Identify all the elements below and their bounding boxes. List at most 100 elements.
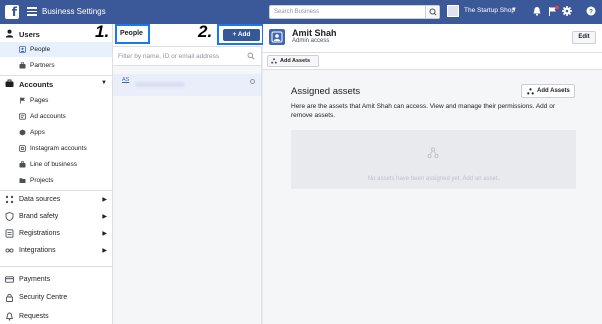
app-title: Business Settings xyxy=(42,7,106,16)
sidebar-item-label: Security Centre xyxy=(19,294,68,301)
top-bar: f Business Settings Search Business The … xyxy=(0,0,602,24)
registration-icon xyxy=(5,229,14,238)
edit-button[interactable]: Edit xyxy=(572,31,596,44)
sidebar-group-data-sources[interactable]: Data sources ▶ xyxy=(0,192,113,207)
sidebar-item-requests[interactable]: Requests xyxy=(0,309,113,324)
divider xyxy=(0,190,113,191)
search-input[interactable]: Search Business xyxy=(269,5,440,19)
divider xyxy=(0,266,113,267)
sidebar-group-brand-safety[interactable]: Brand safety ▶ xyxy=(0,209,113,224)
chevron-right-icon: ▶ xyxy=(102,248,107,254)
filter-placeholder: Filter by name, ID or email address xyxy=(118,53,220,60)
menu-icon[interactable] xyxy=(27,7,37,16)
chevron-right-icon: ▶ xyxy=(102,231,107,237)
business-name: The Startup Shop xyxy=(464,7,515,14)
business-switcher[interactable]: The Startup Shop ▼ xyxy=(447,4,525,20)
accounts-icon xyxy=(5,79,14,87)
bell-icon xyxy=(5,312,14,321)
cube-icon xyxy=(19,129,26,136)
sidebar-item-label: Partners xyxy=(30,62,55,69)
gear-icon[interactable] xyxy=(560,4,574,18)
integration-icon xyxy=(5,248,14,253)
assets-icon xyxy=(527,88,534,95)
avatar xyxy=(269,29,285,45)
assets-icon xyxy=(427,147,439,159)
sidebar-item-label: Instagram accounts xyxy=(30,145,87,152)
user-name: Amit Shah xyxy=(292,28,337,38)
chevron-down-icon: ▼ xyxy=(511,7,517,13)
people-header: People + Add xyxy=(113,24,264,47)
sidebar-item-partners[interactable]: Partners xyxy=(0,58,112,73)
sidebar-item-people[interactable]: People xyxy=(0,42,112,57)
search-icon xyxy=(247,52,255,60)
chevron-right-icon: ▶ xyxy=(102,197,107,203)
help-icon[interactable]: ? xyxy=(584,4,598,18)
person-row[interactable]: AS xyxy=(113,74,261,96)
add-button-highlight: + Add xyxy=(217,24,264,45)
radio-icon xyxy=(250,79,255,84)
add-assets-tab-button[interactable]: Add Assets xyxy=(267,55,319,67)
sidebar-item-pages[interactable]: Pages xyxy=(0,93,112,108)
add-assets-button[interactable]: Add Assets xyxy=(521,84,575,98)
sidebar-group-label: Integrations xyxy=(19,247,56,254)
assets-icon xyxy=(271,58,277,64)
data-icon xyxy=(5,195,14,204)
sidebar-item-line-of-business[interactable]: Line of business xyxy=(0,157,112,172)
flag-icon[interactable] xyxy=(546,4,560,18)
ad-icon xyxy=(19,113,26,120)
lock-icon xyxy=(6,293,13,302)
sidebar-item-label: Apps xyxy=(30,129,45,136)
card-icon xyxy=(5,276,14,283)
users-icon xyxy=(5,29,14,38)
sidebar-section-accounts[interactable]: Accounts ▼ xyxy=(0,77,113,91)
sidebar-item-apps[interactable]: Apps xyxy=(0,125,112,140)
add-assets-tab-label: Add Assets xyxy=(280,58,311,64)
sidebar: Users People Partners Accounts ▼ Pages A… xyxy=(0,24,113,324)
assigned-assets-title: Assigned assets xyxy=(291,86,361,97)
sidebar-item-label: Payments xyxy=(19,276,51,283)
sidebar-group-registrations[interactable]: Registrations ▶ xyxy=(0,226,113,241)
sidebar-item-security-centre[interactable]: Security Centre xyxy=(0,290,113,305)
suitcase-icon xyxy=(19,161,26,168)
instagram-icon xyxy=(19,145,26,152)
empty-assets-box: No assets have been assigned yet. Add an… xyxy=(291,130,576,189)
person-icon xyxy=(271,31,283,43)
detail-header: Amit Shah Admin access Edit xyxy=(263,24,602,53)
svg-text:?: ? xyxy=(589,8,593,15)
sidebar-group-integrations[interactable]: Integrations ▶ xyxy=(0,243,113,258)
sidebar-item-label: Requests xyxy=(19,313,49,320)
sidebar-item-label: Pages xyxy=(30,97,49,104)
notifications-icon[interactable] xyxy=(530,4,544,18)
divider xyxy=(0,75,113,76)
search-icon xyxy=(429,8,437,16)
sidebar-item-label: Ad accounts xyxy=(30,113,66,120)
add-person-button[interactable]: + Add xyxy=(223,29,260,41)
business-thumbnail xyxy=(447,5,459,17)
chevron-right-icon: ▶ xyxy=(102,214,107,220)
sidebar-item-instagram[interactable]: Instagram accounts xyxy=(0,141,112,156)
assigned-assets-description: Here are the assets that Amit Shah can a… xyxy=(291,103,555,119)
folder-icon xyxy=(19,178,26,183)
facebook-logo[interactable]: f xyxy=(5,5,19,19)
person-initials: AS xyxy=(122,77,130,83)
user-role: Admin access xyxy=(292,38,330,44)
filter-input[interactable]: Filter by name, ID or email address xyxy=(113,47,261,66)
assets-toolbar: Add Assets xyxy=(263,53,602,70)
sidebar-item-payments[interactable]: Payments xyxy=(0,272,113,287)
sidebar-section-label: Users xyxy=(19,30,40,39)
briefcase-icon xyxy=(19,62,26,69)
step-marker-2: 2. xyxy=(198,22,213,41)
search-placeholder: Search Business xyxy=(274,9,320,15)
sidebar-group-label: Brand safety xyxy=(19,213,59,220)
search-button[interactable] xyxy=(425,6,439,18)
person-name-redacted xyxy=(135,82,185,87)
detail-pane: Amit Shah Admin access Edit Add Assets A… xyxy=(263,24,602,324)
people-tab[interactable]: People xyxy=(115,24,150,44)
flag-icon xyxy=(20,97,25,104)
empty-assets-message: No assets have been assigned yet. Add an… xyxy=(367,176,500,182)
sidebar-item-projects[interactable]: Projects xyxy=(0,173,112,188)
person-icon xyxy=(19,46,26,53)
step-marker-1: 1. xyxy=(95,22,110,41)
sidebar-item-ad-accounts[interactable]: Ad accounts xyxy=(0,109,112,124)
sidebar-item-label: Projects xyxy=(30,177,54,184)
